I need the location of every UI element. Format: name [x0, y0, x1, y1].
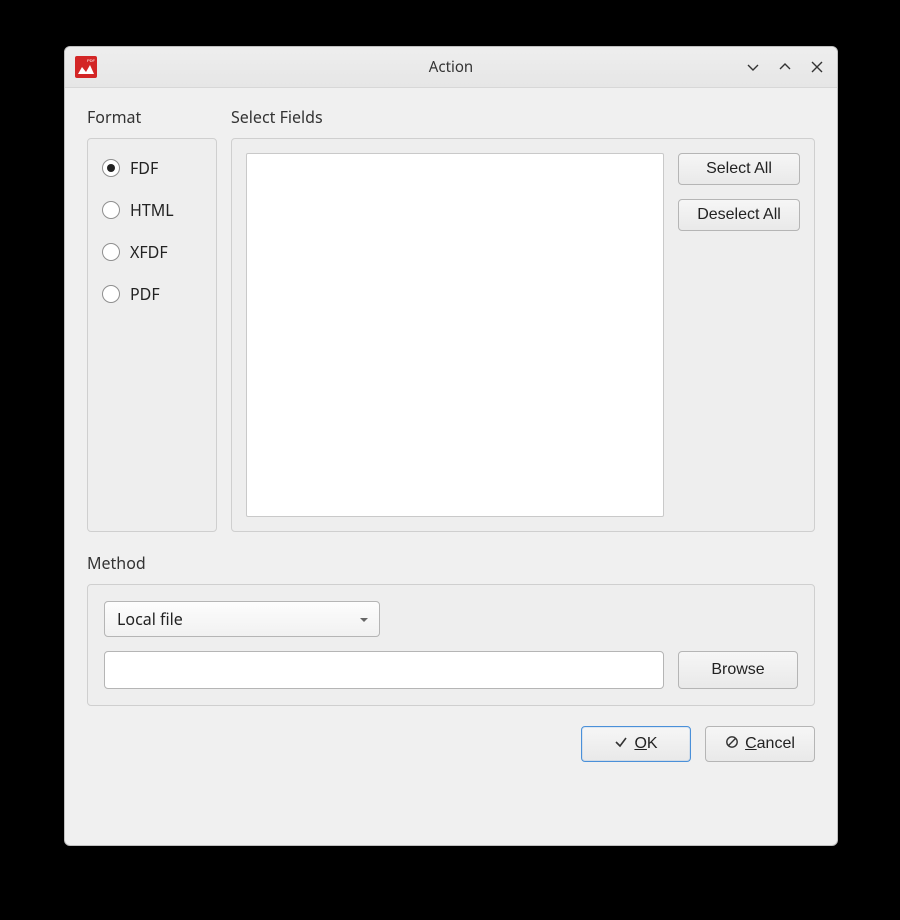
browse-button[interactable]: Browse	[678, 651, 798, 689]
cancel-button-label: Cancel	[745, 735, 795, 753]
minimize-button[interactable]	[741, 55, 765, 79]
window-controls	[741, 55, 829, 79]
format-section: Format FDF HTML XFDF	[87, 106, 217, 532]
maximize-button[interactable]	[773, 55, 797, 79]
select-all-button[interactable]: Select All	[678, 153, 800, 185]
app-pdf-icon: PDF	[75, 56, 97, 78]
fields-listbox[interactable]	[246, 153, 664, 517]
cancel-button[interactable]: Cancel	[705, 726, 815, 762]
format-option-pdf[interactable]: PDF	[102, 283, 208, 305]
method-combo-value: Local file	[117, 608, 183, 630]
svg-text:PDF: PDF	[87, 58, 96, 63]
method-panel: Local file Browse	[87, 584, 815, 706]
method-section: Method Local file Browse	[87, 552, 815, 706]
method-heading: Method	[87, 552, 815, 574]
radio-icon	[102, 159, 120, 177]
format-radio-list: FDF HTML XFDF PDF	[102, 157, 208, 305]
chevron-down-icon	[359, 608, 369, 630]
path-input[interactable]	[104, 651, 664, 689]
path-row: Browse	[104, 651, 798, 689]
select-fields-panel: Select All Deselect All	[231, 138, 815, 532]
format-heading: Format	[87, 106, 217, 128]
radio-icon	[102, 285, 120, 303]
format-option-label: XFDF	[130, 241, 168, 263]
ok-button-label: OK	[634, 735, 657, 753]
format-panel: FDF HTML XFDF PDF	[87, 138, 217, 532]
prohibit-icon	[725, 735, 739, 754]
dialog-buttons: OK Cancel	[87, 726, 815, 762]
title-bar: PDF Action	[65, 47, 837, 88]
ok-button[interactable]: OK	[581, 726, 691, 762]
format-option-xfdf[interactable]: XFDF	[102, 241, 208, 263]
check-icon	[614, 735, 628, 754]
close-button[interactable]	[805, 55, 829, 79]
dialog-window: PDF Action Format	[64, 46, 838, 846]
radio-icon	[102, 201, 120, 219]
method-combo[interactable]: Local file	[104, 601, 380, 637]
window-title: Action	[65, 57, 837, 77]
top-row: Format FDF HTML XFDF	[87, 106, 815, 532]
deselect-all-button[interactable]: Deselect All	[678, 199, 800, 231]
format-option-html[interactable]: HTML	[102, 199, 208, 221]
format-option-label: FDF	[130, 157, 158, 179]
dialog-body: Format FDF HTML XFDF	[65, 88, 837, 845]
fields-side-buttons: Select All Deselect All	[678, 153, 800, 517]
radio-icon	[102, 243, 120, 261]
select-fields-section: Select Fields Select All Deselect All	[231, 106, 815, 532]
format-option-fdf[interactable]: FDF	[102, 157, 208, 179]
select-fields-heading: Select Fields	[231, 106, 815, 128]
format-option-label: HTML	[130, 199, 174, 221]
format-option-label: PDF	[130, 283, 160, 305]
